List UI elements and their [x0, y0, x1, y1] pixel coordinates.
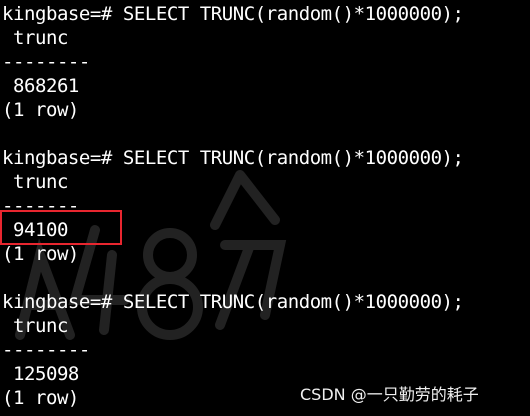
csdn-watermark: CSDN @一只勤劳的耗子 — [300, 385, 479, 404]
column-separator: -------- — [2, 339, 90, 361]
sql-prompt-line[interactable]: kingbase=# SELECT TRUNC(random()*1000000… — [2, 2, 464, 26]
column-header: trunc — [2, 27, 68, 49]
result-value: 125098 — [2, 363, 79, 385]
column-header: trunc — [2, 315, 68, 337]
highlight-annotation-box — [0, 210, 122, 245]
terminal-window[interactable]: kingbase=# SELECT TRUNC(random()*1000000… — [0, 0, 530, 416]
column-separator: -------- — [2, 51, 90, 73]
row-count: (1 row) — [2, 243, 79, 265]
sql-prompt-line[interactable]: kingbase=# SELECT TRUNC(random()*1000000… — [2, 290, 464, 314]
row-count: (1 row) — [2, 387, 79, 409]
column-header: trunc — [2, 171, 68, 193]
row-count: (1 row) — [2, 99, 79, 121]
sql-prompt-line[interactable]: kingbase=# SELECT TRUNC(random()*1000000… — [2, 146, 464, 170]
result-value: 868261 — [2, 75, 79, 97]
